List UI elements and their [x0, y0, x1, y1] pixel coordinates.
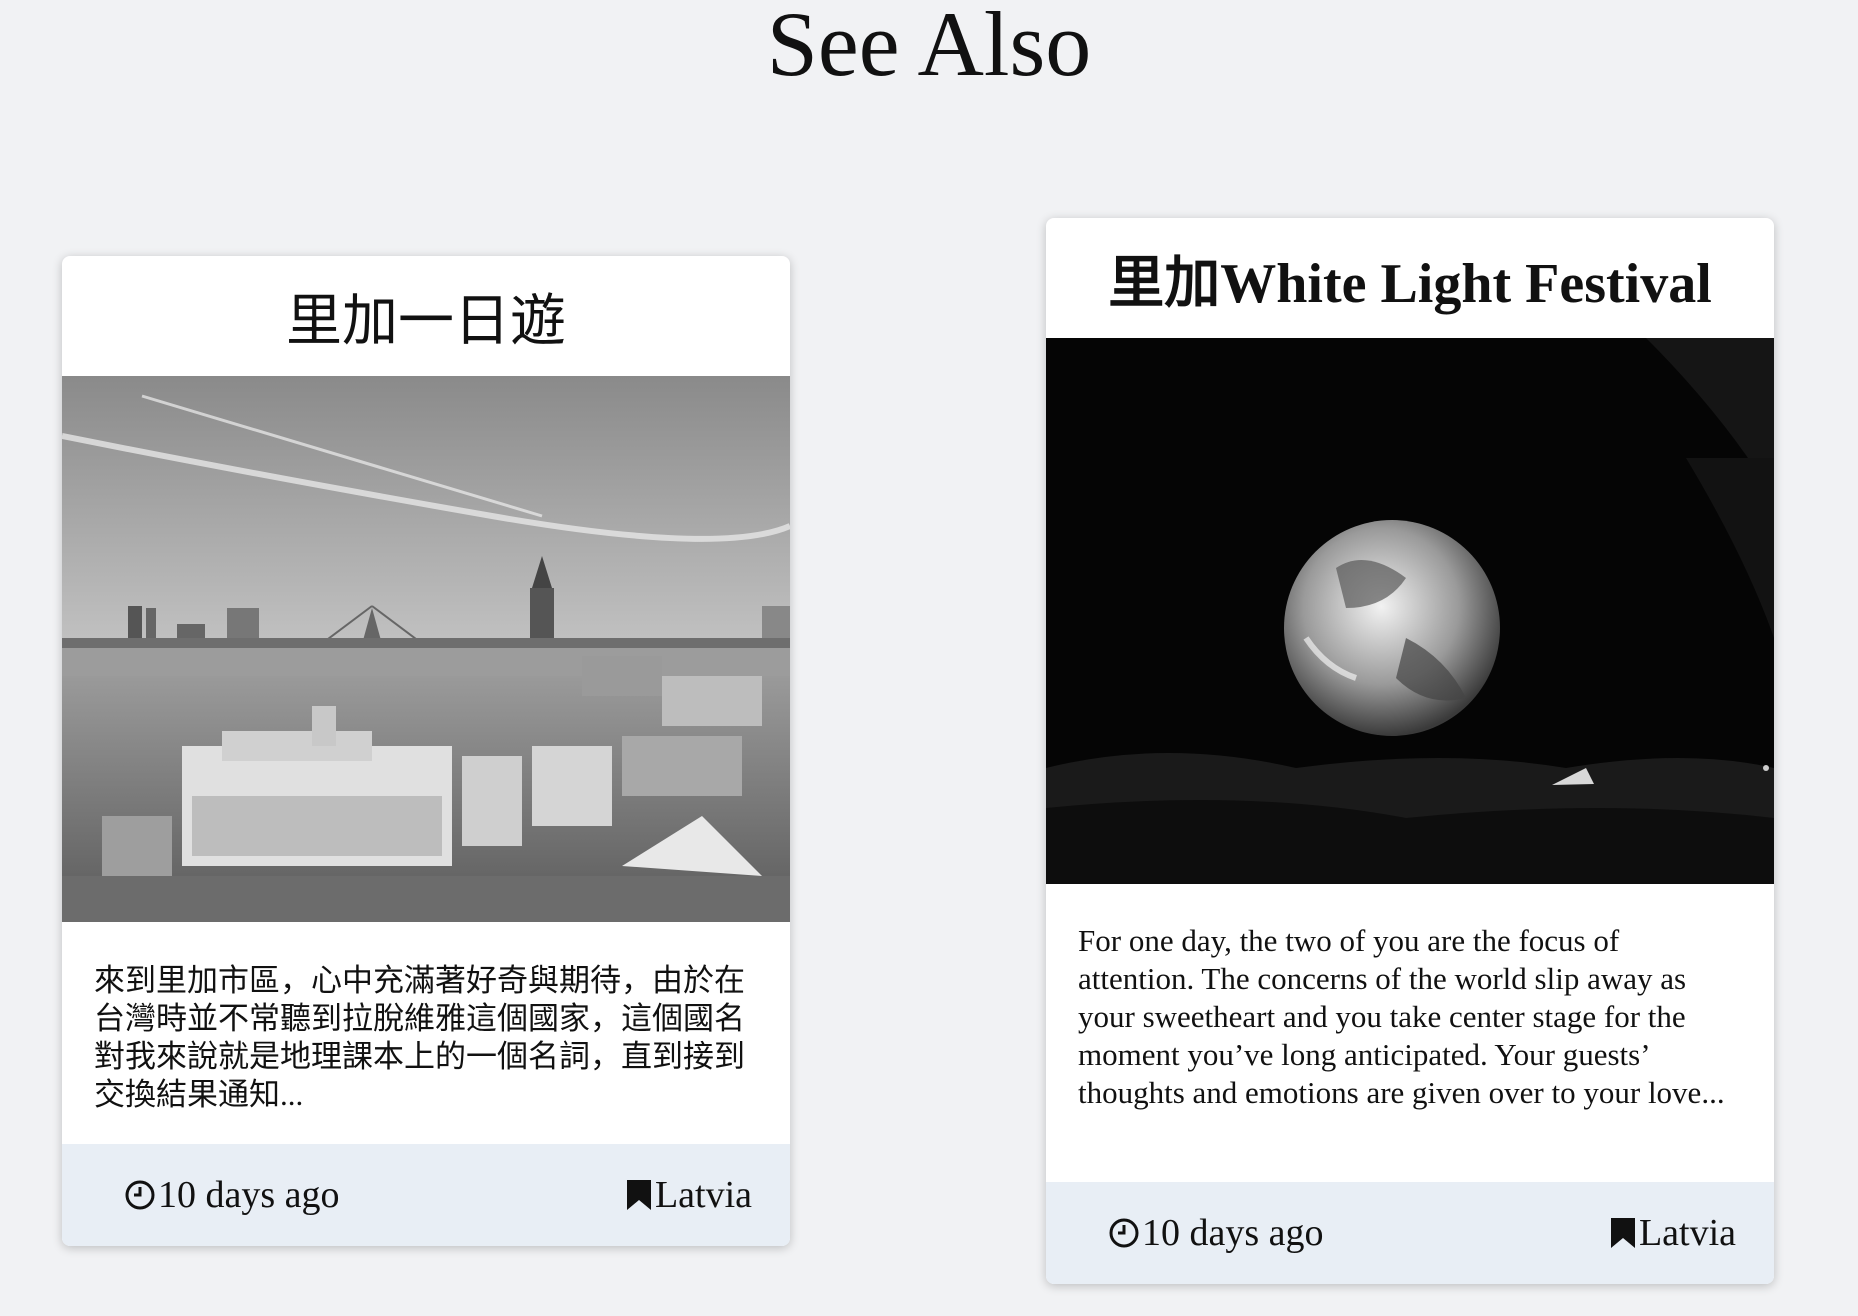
card-footer: 10 days ago Latvia [1046, 1182, 1774, 1284]
bookmark-icon [626, 1180, 651, 1210]
card-title[interactable]: 里加一日遊 [62, 256, 790, 376]
card-title[interactable]: 里加White Light Festival [1046, 218, 1774, 338]
clock-icon [125, 1180, 155, 1210]
page-title: See Also [766, 0, 1092, 95]
card-date: 10 days ago [1108, 1211, 1324, 1255]
article-card[interactable]: 里加White Light Festival For one day, the … [1046, 218, 1774, 1284]
card-excerpt: 來到里加市區，心中充滿著好奇與期待，由於在台灣時並不常聽到拉脫維雅這個國家，這個… [94, 963, 745, 1112]
card-footer: 10 days ago Latvia [62, 1144, 790, 1246]
bookmark-icon [1610, 1218, 1635, 1248]
card-image-riga-skyline[interactable] [62, 376, 790, 922]
clock-icon [1109, 1218, 1139, 1248]
card-date-text: 10 days ago [158, 1174, 340, 1216]
card-tag-text[interactable]: Latvia [1639, 1211, 1736, 1255]
card-image-globe-festival[interactable] [1046, 338, 1774, 884]
card-tag-text[interactable]: Latvia [655, 1173, 752, 1217]
card-date: 10 days ago [124, 1173, 340, 1217]
card-excerpt: For one day, the two of you are the focu… [1078, 923, 1725, 1110]
card-date-text: 10 days ago [1142, 1212, 1324, 1254]
card-tag[interactable]: Latvia [1609, 1211, 1736, 1255]
article-card[interactable]: 里加一日遊 來到里加市區，心中充滿著好奇與期待，由於在台灣時並不常聽到拉脫維雅這… [62, 256, 790, 1246]
card-tag[interactable]: Latvia [625, 1173, 752, 1217]
